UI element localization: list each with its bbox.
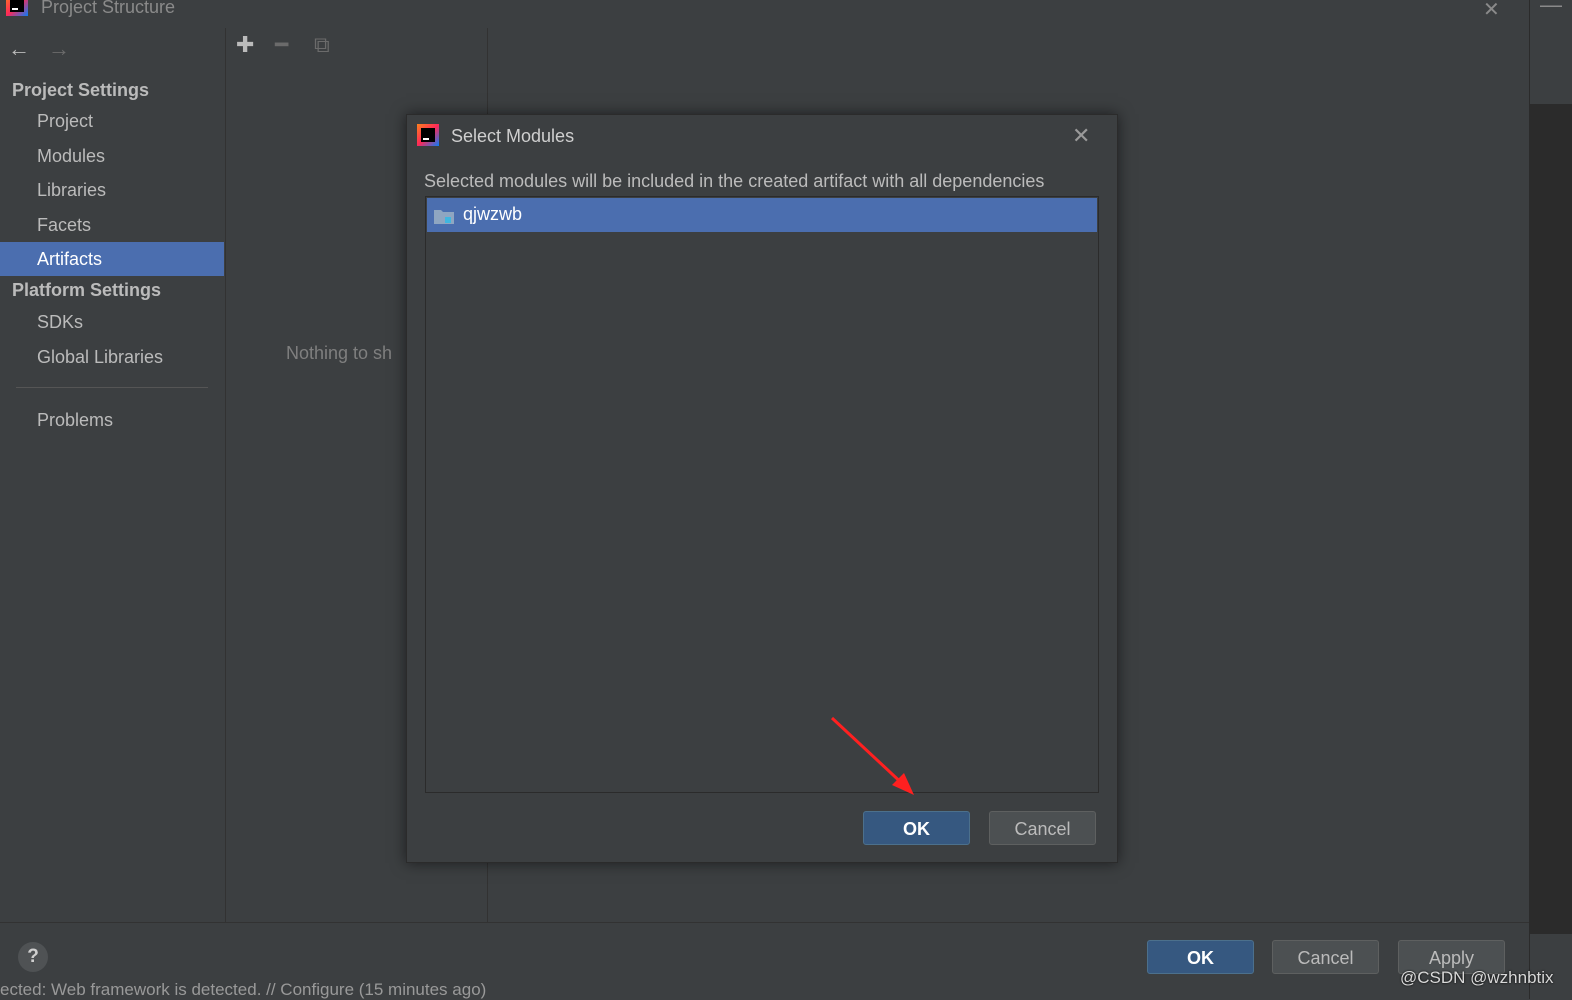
help-button[interactable]: ? bbox=[18, 942, 48, 972]
dialog-title: Select Modules bbox=[451, 126, 575, 146]
arrow-left-icon[interactable]: ← bbox=[8, 36, 48, 62]
plus-icon[interactable]: ✚ bbox=[236, 32, 275, 58]
sidebar-item-artifacts[interactable]: Artifacts bbox=[0, 242, 224, 276]
navigation-arrows: ← → bbox=[8, 36, 88, 62]
select-modules-dialog: Select Modules ✕ Selected modules will b… bbox=[406, 114, 1118, 863]
background-window-strip: — bbox=[1529, 0, 1572, 999]
title-bar: Project Structure ✕ bbox=[0, 0, 1530, 22]
platform-settings-header: Platform Settings bbox=[12, 280, 162, 300]
dialog-ok-button[interactable]: OK bbox=[863, 811, 970, 845]
cancel-button[interactable]: Cancel bbox=[1272, 940, 1379, 974]
artifacts-toolbar: ✚ ━ ⧉ bbox=[236, 32, 353, 58]
folder-icon bbox=[434, 210, 454, 224]
sidebar-item-global-libraries[interactable]: Global Libraries bbox=[0, 340, 224, 374]
module-list[interactable]: qjwzwb bbox=[425, 196, 1099, 793]
sidebar-divider bbox=[16, 387, 208, 388]
sidebar-item-facets[interactable]: Facets bbox=[0, 208, 224, 242]
ok-button[interactable]: OK bbox=[1147, 940, 1254, 974]
annotation-arrow-icon bbox=[830, 716, 914, 795]
intellij-logo-icon bbox=[6, 0, 28, 16]
panel-divider bbox=[225, 28, 226, 922]
window-close-icon[interactable]: ✕ bbox=[1483, 0, 1500, 22]
minimize-icon[interactable]: — bbox=[1540, 0, 1562, 18]
watermark: @CSDN @wzhnbtix bbox=[1400, 968, 1554, 987]
sidebar-item-libraries[interactable]: Libraries bbox=[0, 173, 224, 207]
dialog-description: Selected modules will be included in the… bbox=[424, 171, 1045, 191]
list-item[interactable]: qjwzwb bbox=[427, 198, 1097, 232]
settings-sidebar: Project Settings Project Modules Librari… bbox=[0, 72, 224, 922]
arrow-right-icon[interactable]: → bbox=[48, 36, 88, 62]
project-settings-header: Project Settings bbox=[12, 80, 150, 100]
module-name: qjwzwb bbox=[463, 204, 523, 224]
empty-placeholder-text: Nothing to sh bbox=[286, 343, 393, 363]
sidebar-item-modules[interactable]: Modules bbox=[0, 139, 224, 173]
window-title: Project Structure bbox=[41, 0, 176, 17]
status-bar-text: ected: Web framework is detected. // Con… bbox=[0, 980, 487, 999]
minus-icon[interactable]: ━ bbox=[275, 32, 314, 58]
dialog-cancel-button[interactable]: Cancel bbox=[989, 811, 1096, 845]
close-icon[interactable]: ✕ bbox=[1072, 123, 1090, 149]
intellij-logo-icon bbox=[417, 124, 439, 146]
sidebar-item-problems[interactable]: Problems bbox=[0, 403, 224, 437]
sidebar-item-sdks[interactable]: SDKs bbox=[0, 305, 224, 339]
background-panel bbox=[1530, 104, 1572, 934]
sidebar-item-project[interactable]: Project bbox=[0, 104, 224, 138]
copy-icon[interactable]: ⧉ bbox=[314, 32, 353, 58]
